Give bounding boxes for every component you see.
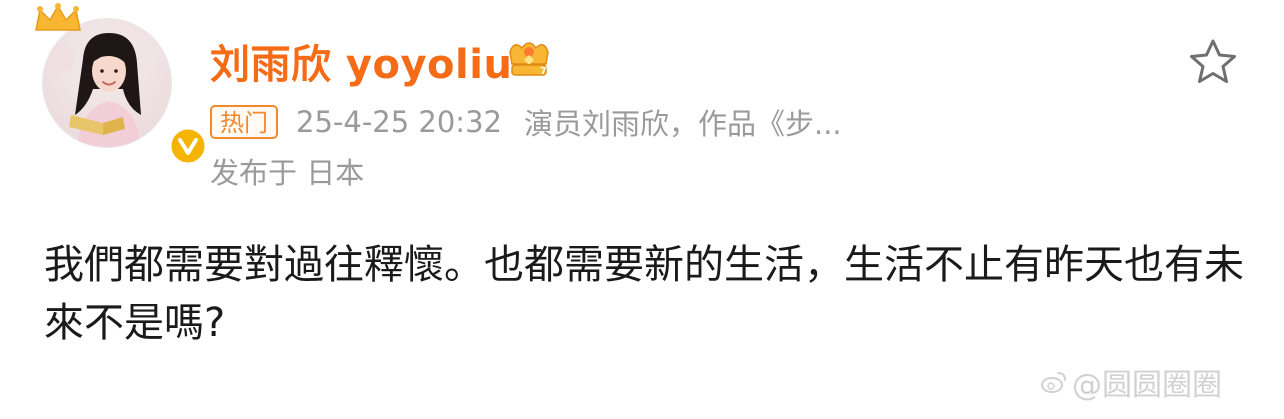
verified-badge-icon — [168, 126, 208, 166]
post-meta: 热门 25-4-25 20:32 演员刘雨欣，作品《步... — [210, 100, 842, 144]
hot-tag[interactable]: 热门 — [210, 105, 278, 139]
avatar[interactable] — [42, 18, 172, 148]
vip-crown-icon[interactable]: 7 — [506, 38, 552, 80]
avatar-crown-icon — [35, 3, 81, 31]
post-location: 发布于 日本 — [210, 156, 365, 190]
watermark-text: @圆圆圈圈 — [1072, 368, 1222, 403]
avatar-container[interactable] — [42, 18, 208, 166]
post-timestamp: 25-4-25 20:32 — [296, 105, 502, 139]
watermark: @圆圆圈圈 — [1040, 362, 1222, 403]
post-source[interactable]: 演员刘雨欣，作品《步... — [524, 101, 842, 143]
post-body: 我們都需要對過往釋懷。也都需要新的生活，生活不止有昨天也有未來不是嗎? — [44, 242, 1244, 346]
star-outline-icon[interactable] — [1188, 38, 1238, 86]
username[interactable]: 刘雨欣 yoyoliu — [210, 32, 512, 90]
weibo-logo-icon — [1041, 372, 1066, 393]
svg-text:7: 7 — [540, 66, 547, 77]
